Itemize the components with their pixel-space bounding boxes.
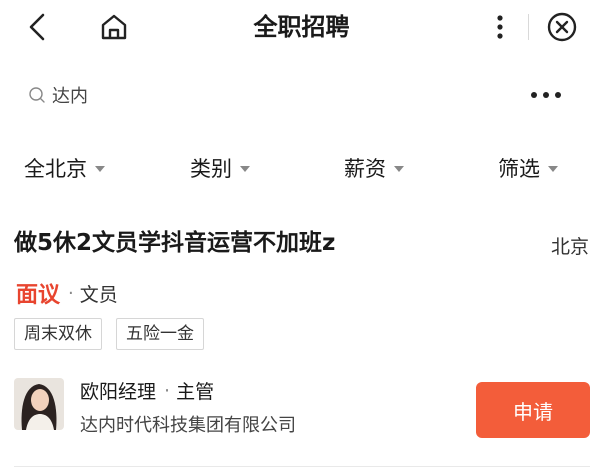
apply-button[interactable]: 申请	[476, 382, 590, 438]
search-input[interactable]: 达内	[52, 82, 88, 108]
separator-dot: ·	[164, 379, 171, 402]
divider	[528, 14, 529, 40]
search-icon	[29, 87, 45, 103]
filter-bar: 全北京 类别 薪资 筛选	[0, 148, 603, 188]
close-circle-icon	[547, 12, 577, 42]
recruiter-name: 欧阳经理	[80, 381, 157, 403]
search-bar[interactable]: 达内	[28, 78, 568, 112]
divider	[14, 466, 590, 467]
filter-label: 薪资	[344, 157, 386, 181]
job-category: 文员	[79, 283, 118, 306]
recruiter-photo	[14, 378, 64, 430]
close-button[interactable]	[545, 10, 579, 44]
caret-down-icon	[240, 166, 250, 172]
filter-location[interactable]: 全北京	[24, 148, 105, 188]
more-vertical-icon	[497, 15, 503, 39]
recruiter-role: 主管	[176, 381, 215, 403]
more-horizontal-icon	[531, 92, 561, 98]
filter-salary[interactable]: 薪资	[344, 148, 404, 188]
caret-down-icon	[548, 166, 558, 172]
top-bar: 全职招聘	[0, 0, 603, 60]
job-meta: 面议 · 文员	[16, 277, 118, 309]
separator-dot: ·	[68, 282, 74, 304]
avatar	[14, 378, 64, 430]
benefit-tag: 周末双休	[14, 318, 102, 350]
filter-more[interactable]: 筛选	[498, 148, 558, 188]
search-more-button[interactable]	[527, 85, 565, 105]
job-tags: 周末双休 五险一金	[14, 318, 218, 350]
filter-label: 筛选	[498, 157, 540, 181]
salary-label: 面议	[16, 283, 61, 308]
caret-down-icon	[95, 166, 105, 172]
company-name: 达内时代科技集团有限公司	[80, 415, 296, 436]
job-title[interactable]: 做5休2文员学抖音运营不加班z	[14, 228, 335, 258]
filter-label: 全北京	[24, 157, 87, 181]
filter-label: 类别	[190, 157, 232, 181]
job-city: 北京	[551, 236, 590, 258]
filter-category[interactable]: 类别	[190, 148, 250, 188]
more-menu-button[interactable]	[490, 10, 510, 44]
caret-down-icon	[394, 166, 404, 172]
recruiter-info: 欧阳经理 · 主管	[80, 377, 214, 404]
benefit-tag: 五险一金	[116, 318, 204, 350]
page-title: 全职招聘	[253, 13, 350, 41]
